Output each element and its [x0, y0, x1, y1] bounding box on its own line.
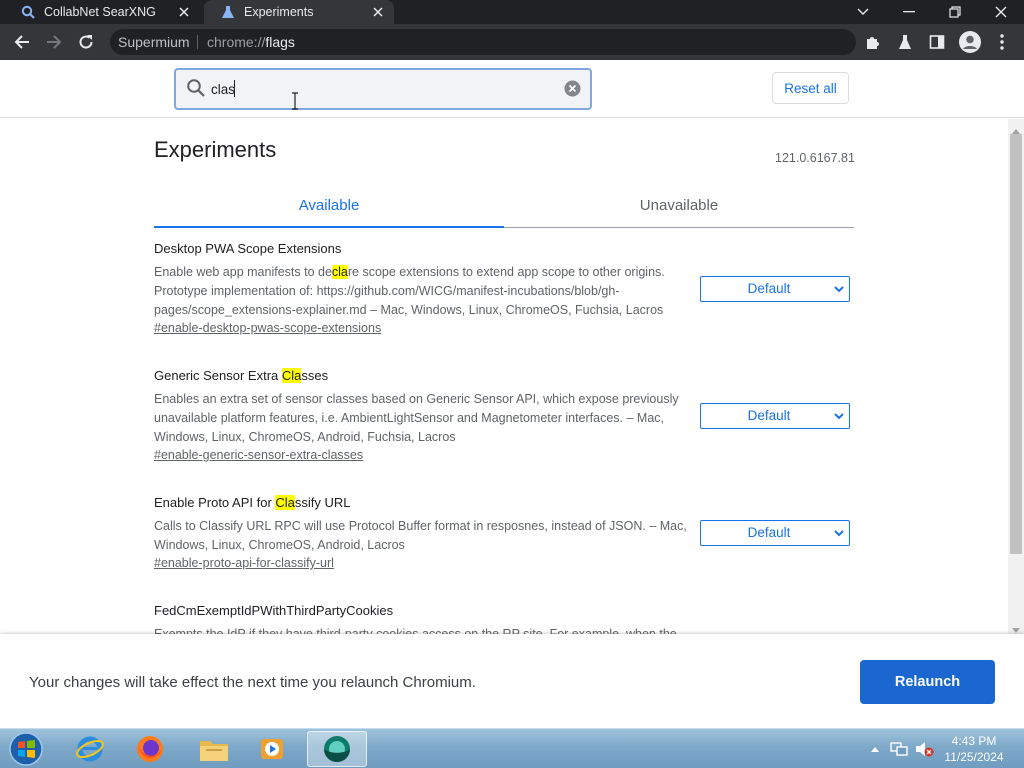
clock-time[interactable]: 4:43 PM: [944, 734, 1004, 748]
close-window-icon[interactable]: [978, 0, 1024, 24]
select-value: Default: [747, 408, 791, 423]
windows-taskbar: 4:43 PM 11/25/2024: [0, 728, 1024, 768]
tab-strip: CollabNet SearXNG Experiments: [0, 0, 1024, 24]
experiment-fedcm-exempt-idp: FedCmExemptIdPWithThirdPartyCookies Exem…: [154, 603, 854, 634]
experiment-state-select[interactable]: Default: [700, 403, 850, 429]
show-hidden-icons-icon[interactable]: [862, 739, 888, 759]
experiment-link[interactable]: #enable-desktop-pwas-scope-extensions: [154, 321, 381, 335]
chevron-down-icon: [833, 283, 845, 295]
forward-icon[interactable]: [40, 28, 68, 56]
active-tab-indicator: [154, 226, 504, 228]
start-button-icon[interactable]: [0, 731, 52, 767]
file-explorer-icon[interactable]: [187, 731, 241, 767]
tab-search-chevron-icon[interactable]: [840, 0, 886, 24]
tab-collabnet-searxng[interactable]: CollabNet SearXNG: [4, 0, 200, 24]
experiment-name: Generic Sensor Extra Classes: [154, 368, 329, 383]
side-panel-icon[interactable]: [923, 28, 951, 56]
experiment-description: Calls to Classify URL RPC will use Proto…: [154, 519, 687, 552]
flask-icon: [220, 4, 236, 20]
tab-title: Experiments: [244, 5, 314, 19]
volume-muted-icon[interactable]: [912, 739, 936, 759]
scroll-down-arrow-icon[interactable]: [1011, 622, 1021, 633]
flags-content: Experiments 121.0.6167.81 Available Unav…: [0, 119, 1008, 634]
experiment-generic-sensor-extra-classes: Generic Sensor Extra Classes Enables an …: [154, 368, 854, 462]
profile-avatar-icon[interactable]: [956, 28, 984, 56]
experiment-description: Exempts the IdP if they have third-party…: [154, 627, 677, 634]
clock-date[interactable]: 11/25/2024: [936, 750, 1012, 764]
scrollbar-thumb[interactable]: [1010, 134, 1022, 554]
relaunch-bar: Your changes will take effect the next t…: [0, 634, 1024, 728]
search-match-highlight: Cla: [281, 368, 302, 383]
page-title: Experiments: [154, 137, 277, 162]
select-value: Default: [747, 281, 791, 296]
searxng-icon: [20, 4, 36, 20]
close-tab-icon[interactable]: [370, 4, 386, 20]
clear-search-icon[interactable]: [564, 80, 581, 97]
search-input[interactable]: [211, 79, 551, 99]
experiment-state-select[interactable]: Default: [700, 520, 850, 546]
tab-experiments[interactable]: Experiments: [204, 0, 394, 24]
supermium-icon[interactable]: [307, 731, 367, 767]
labs-flask-icon[interactable]: [891, 28, 919, 56]
experiment-name: FedCmExemptIdPWithThirdPartyCookies: [154, 603, 394, 618]
experiment-name: Desktop PWA Scope Extensions: [154, 241, 342, 256]
address-url[interactable]: chrome://flags: [207, 30, 295, 54]
experiment-description: Enable web app manifests to declare scop…: [154, 265, 665, 317]
minimize-icon[interactable]: [886, 0, 932, 24]
version-label: 121.0.6167.81: [775, 151, 855, 165]
scroll-up-arrow-icon[interactable]: [1011, 122, 1021, 134]
chevron-down-icon: [833, 527, 845, 539]
media-player-icon[interactable]: [245, 731, 299, 767]
back-icon[interactable]: [8, 28, 36, 56]
experiment-desktop-pwa-scope-extensions: Desktop PWA Scope Extensions Enable web …: [154, 241, 854, 335]
chevron-down-icon: [833, 410, 845, 422]
reset-all-button[interactable]: Reset all: [772, 72, 849, 104]
ibeam-cursor-icon: [290, 92, 300, 110]
text-caret: [234, 80, 235, 97]
search-match-highlight: cla: [331, 265, 348, 279]
select-value: Default: [747, 525, 791, 540]
experiment-link[interactable]: #enable-proto-api-for-classify-url: [154, 556, 334, 570]
tab-available[interactable]: Available: [154, 197, 504, 214]
experiment-link[interactable]: #enable-generic-sensor-extra-classes: [154, 448, 363, 462]
restore-icon[interactable]: [932, 0, 978, 24]
url-scheme: chrome://: [207, 34, 266, 50]
search-match-highlight: Cla: [275, 495, 295, 510]
reload-icon[interactable]: [72, 28, 100, 56]
experiment-state-select[interactable]: Default: [700, 276, 850, 302]
url-path: flags: [265, 34, 295, 50]
network-icon[interactable]: [888, 739, 910, 759]
relaunch-button[interactable]: Relaunch: [860, 660, 995, 704]
tab-unavailable[interactable]: Unavailable: [504, 197, 854, 214]
experiment-enable-proto-api-for-classify-url: Enable Proto API for Classify URL Calls …: [154, 495, 854, 570]
search-icon: [186, 78, 206, 98]
relaunch-message: Your changes will take effect the next t…: [29, 674, 476, 691]
menu-kebab-icon[interactable]: [988, 28, 1016, 56]
internet-explorer-icon[interactable]: [63, 731, 117, 767]
firefox-icon[interactable]: [123, 731, 177, 767]
extensions-puzzle-icon[interactable]: [859, 28, 887, 56]
site-chip[interactable]: Supermium: [118, 30, 190, 54]
tab-title: CollabNet SearXNG: [44, 5, 156, 19]
experiment-name: Enable Proto API for Classify URL: [154, 495, 351, 510]
address-divider: [197, 35, 198, 49]
experiment-description: Enables an extra set of sensor classes b…: [154, 392, 679, 444]
close-tab-icon[interactable]: [176, 4, 192, 20]
